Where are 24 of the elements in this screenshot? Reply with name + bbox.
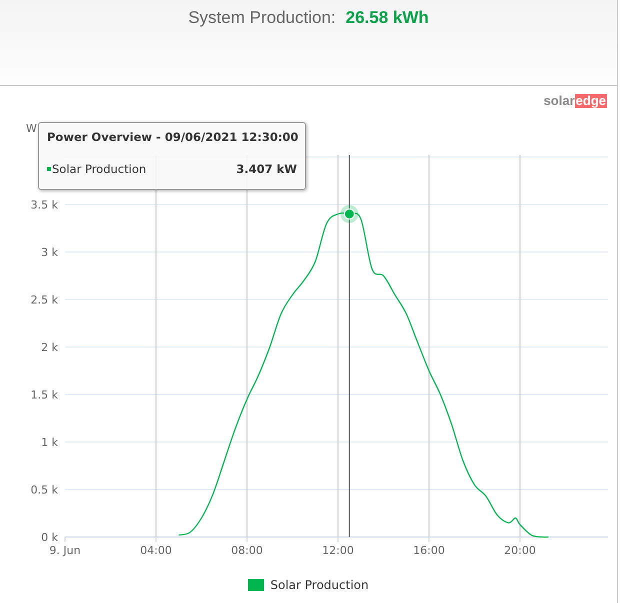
legend-label[interactable]: Solar Production: [270, 578, 369, 592]
y-tick-label: 2.5 k: [30, 294, 58, 306]
y-tick-label: 3 k: [41, 246, 58, 259]
y-tick-label: 1.5 k: [30, 388, 58, 402]
y-tick-label: 3.5 k: [30, 198, 58, 212]
x-tick-label: 16:00: [413, 544, 445, 557]
x-tick-label: 12:00: [322, 544, 354, 557]
tooltip-value: 3.407 kW: [236, 162, 297, 176]
y-axis-label: W: [26, 122, 37, 135]
logo-badge: edge: [574, 94, 607, 108]
tooltip-series: Solar Production: [47, 162, 146, 176]
x-tick-label: 08:00: [231, 544, 263, 557]
y-tick-label: 2 k: [41, 341, 58, 354]
tooltip-title: Power Overview - 09/06/2021 12:30:00: [47, 130, 297, 144]
production-value: 26.58 kWh: [346, 8, 429, 28]
x-tick-label: 20:00: [504, 544, 536, 557]
logo-text: solar: [544, 94, 575, 108]
y-tick-label: 1 k: [41, 436, 58, 449]
y-tick-label: 0.5 k: [30, 484, 58, 496]
x-tick-label: 04:00: [140, 544, 172, 557]
y-tick-label: 0 k: [41, 531, 58, 544]
x-tick-label: 9. Jun: [49, 544, 81, 557]
hover-marker: [340, 205, 358, 223]
production-label: System Production:: [188, 8, 336, 28]
